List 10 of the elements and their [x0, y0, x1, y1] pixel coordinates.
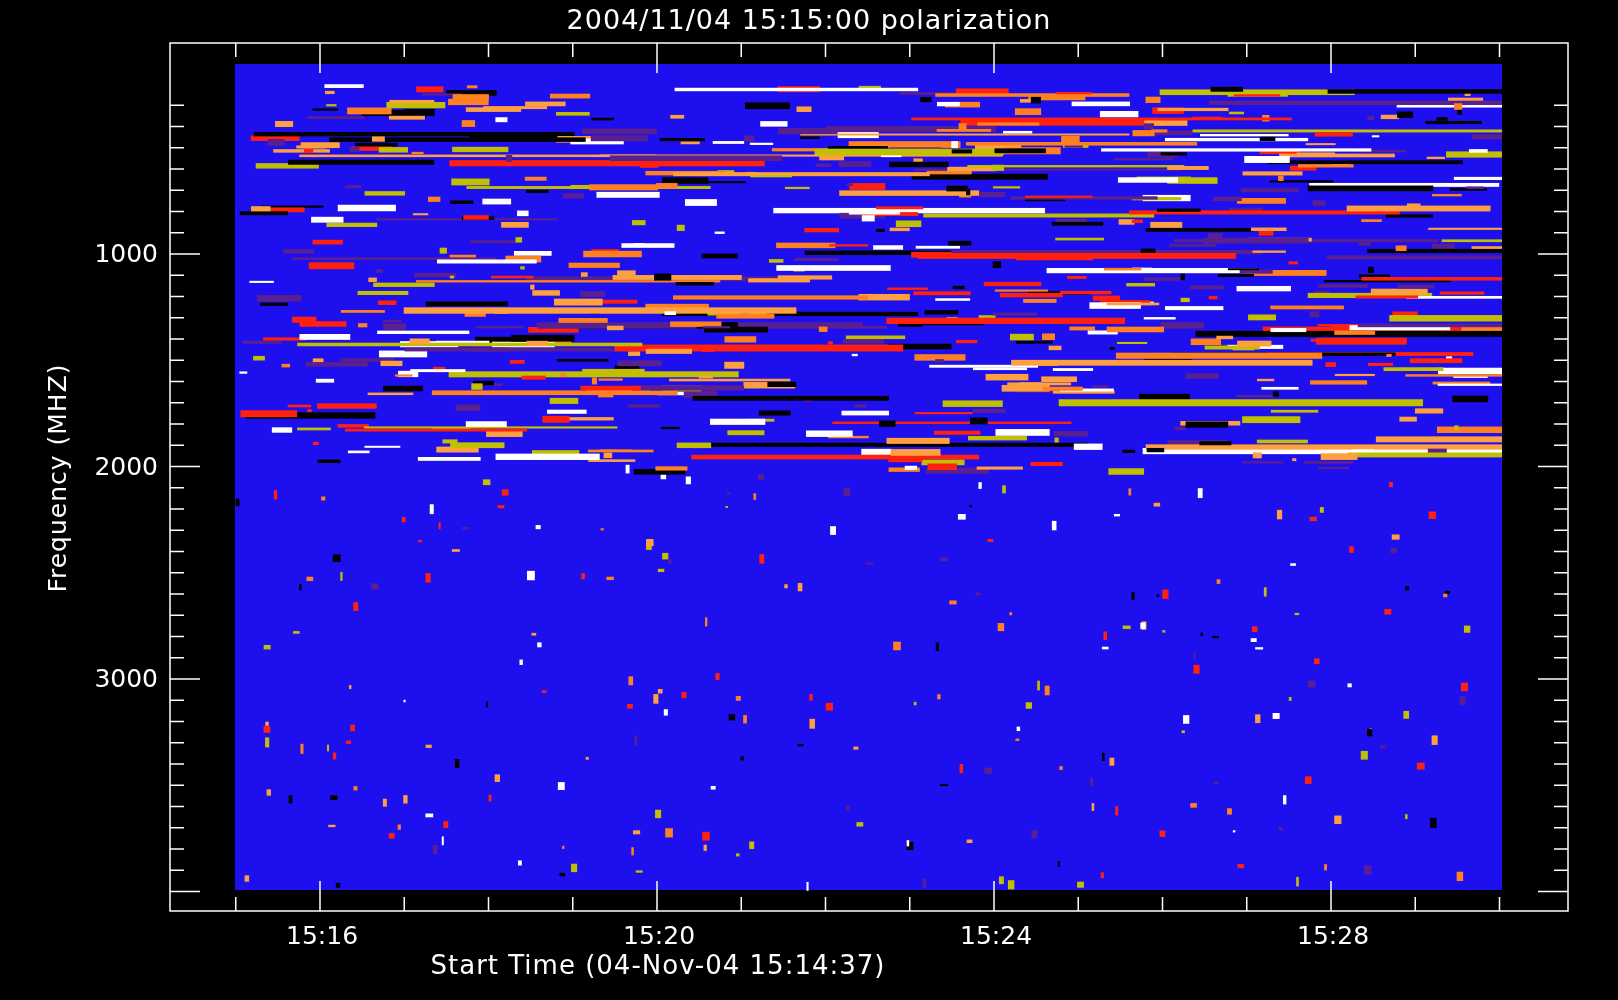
x-tick-label: 15:28 — [1297, 923, 1370, 948]
y-axis-label: Frequency (MHZ) — [42, 363, 72, 593]
chart-title: 2004/11/04 15:15:00 polarization — [565, 6, 1053, 33]
y-tick-label: 3000 — [94, 666, 158, 691]
y-tick-label: 2000 — [94, 453, 158, 479]
y-tick-label: 1000 — [94, 241, 158, 266]
x-axis-label: Start Time (04-Nov-04 15:14:37) — [429, 952, 887, 978]
x-tick-label: 15:16 — [286, 923, 359, 948]
x-tick-label: 15:20 — [623, 923, 696, 948]
x-tick-label: 15:24 — [960, 923, 1033, 948]
